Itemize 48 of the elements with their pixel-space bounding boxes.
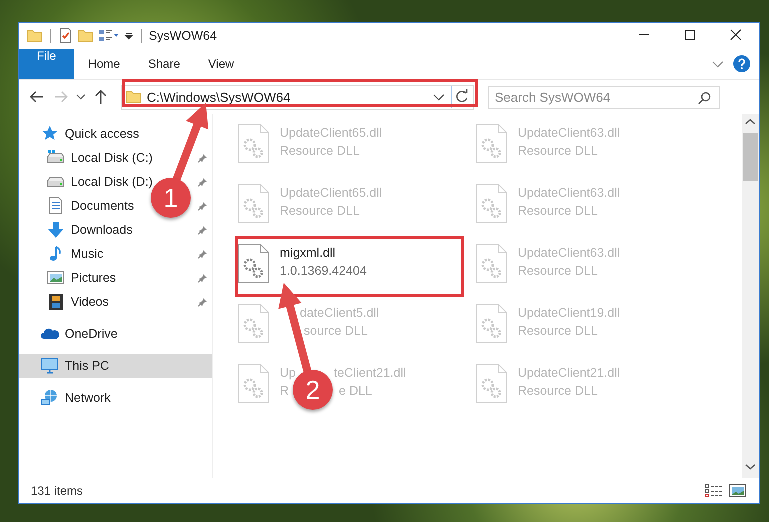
monitor-icon bbox=[41, 357, 59, 375]
ribbon-tab[interactable]: File bbox=[19, 49, 74, 79]
ribbon-tab[interactable]: Home bbox=[74, 49, 134, 79]
file-description: source DLL bbox=[304, 324, 368, 338]
help-icon[interactable] bbox=[733, 55, 751, 73]
sidebar-item[interactable]: Quick access bbox=[41, 125, 140, 143]
file-description: Resource DLL bbox=[518, 204, 598, 218]
address-field[interactable]: C:\Windows\SysWOW64 bbox=[121, 84, 474, 110]
sidebar-item[interactable]: Network bbox=[41, 389, 111, 407]
details-view-icon[interactable] bbox=[705, 484, 723, 498]
file-name[interactable]: migxml.dll bbox=[280, 246, 336, 260]
sidebar-item[interactable]: This PC bbox=[19, 354, 212, 378]
file-description: e DLL bbox=[339, 384, 372, 398]
document-icon bbox=[47, 197, 65, 215]
sidebar-item[interactable]: Local Disk (D:) bbox=[47, 173, 153, 191]
sidebar-item[interactable]: Videos bbox=[47, 293, 109, 311]
file-description: Resource DLL bbox=[280, 144, 360, 158]
sidebar-item[interactable]: Pictures bbox=[47, 269, 116, 287]
ribbon-tab[interactable]: View bbox=[194, 49, 248, 79]
window-title: SysWOW64 bbox=[149, 29, 218, 43]
file-description: 1.0.1369.42404 bbox=[280, 264, 367, 278]
film-strip-icon bbox=[47, 293, 65, 311]
sidebar-item[interactable]: Local Disk (C:) bbox=[47, 149, 153, 167]
folder-icon bbox=[126, 89, 142, 105]
layout-icon[interactable] bbox=[98, 28, 120, 44]
ribbon-tab[interactable]: Share bbox=[134, 49, 194, 79]
sidebar-item[interactable]: Downloads bbox=[47, 221, 133, 239]
sidebar-item[interactable]: Music bbox=[47, 245, 104, 263]
sidebar-item[interactable]: Documents bbox=[47, 197, 134, 215]
download-arrow-icon bbox=[47, 221, 65, 239]
file-description: Resource DLL bbox=[518, 324, 598, 338]
search-icon[interactable] bbox=[698, 90, 712, 104]
file-description: Resource DLL bbox=[518, 144, 598, 158]
star-icon bbox=[41, 125, 59, 143]
item-count: 131 items bbox=[31, 484, 84, 498]
file-description: R bbox=[280, 384, 290, 398]
properties-icon[interactable] bbox=[58, 28, 74, 44]
file-description: Resource DLL bbox=[518, 384, 598, 398]
file-description: Resource DLL bbox=[518, 264, 598, 278]
network-globe-icon bbox=[41, 389, 59, 407]
large-icons-view-icon[interactable] bbox=[729, 484, 747, 498]
scrollbar[interactable] bbox=[742, 114, 759, 478]
search-field[interactable]: Search SysWOW64 bbox=[488, 86, 720, 108]
file-description: Resource DLL bbox=[280, 204, 360, 218]
sidebar-item[interactable]: OneDrive bbox=[41, 325, 118, 343]
picture-icon bbox=[47, 269, 65, 287]
scrollbar-thumb[interactable] bbox=[743, 133, 758, 181]
dll-file-icon[interactable] bbox=[237, 244, 271, 284]
